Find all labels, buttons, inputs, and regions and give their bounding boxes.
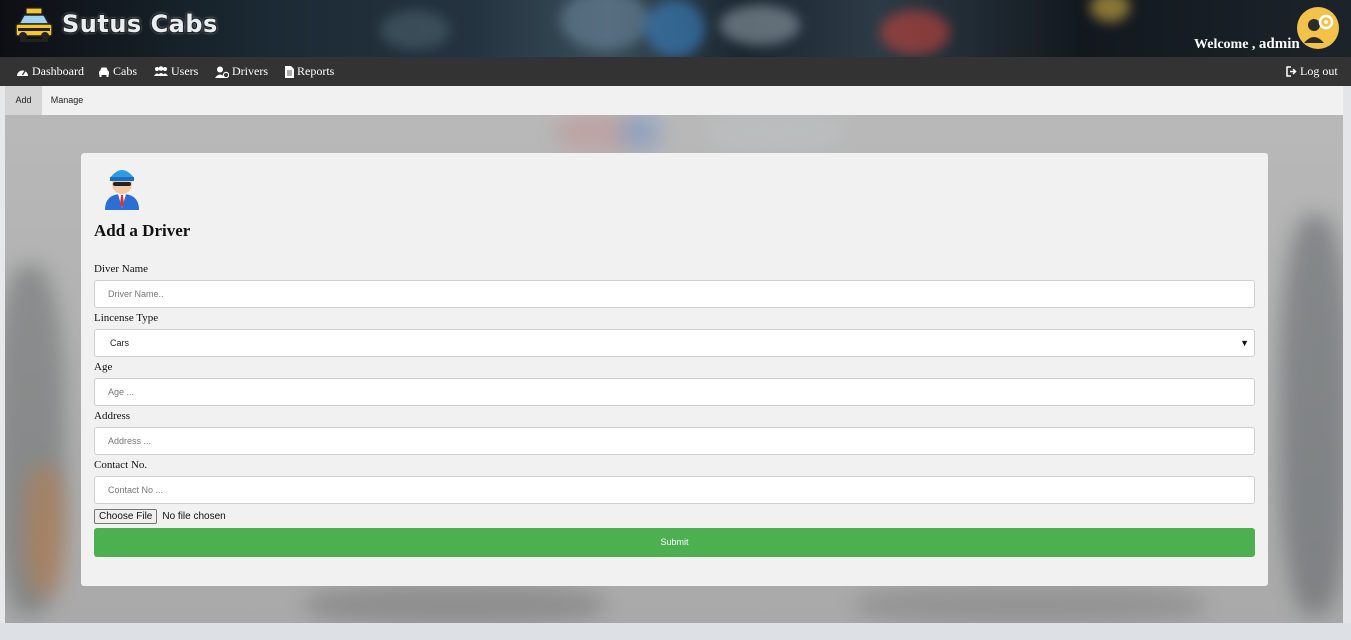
sign-out-icon — [1286, 66, 1297, 77]
nav-reports-label: Reports — [297, 64, 335, 78]
main-nav: Dashboard Cabs Users Drivers Reports Log… — [0, 57, 1351, 86]
app-header: Sutus Cabs Welcome , admin — [0, 0, 1351, 57]
contact-input[interactable]: Contact No ... — [94, 476, 1255, 504]
driver-icon — [215, 66, 229, 78]
taxi-logo-icon — [15, 7, 53, 42]
add-driver-card: Add a Driver Diver Name Driver Name.. Li… — [81, 153, 1268, 586]
license-type-select[interactable]: Cars ▼ — [94, 329, 1255, 357]
age-label: Age — [94, 361, 113, 373]
submit-button[interactable]: Submit — [94, 528, 1255, 557]
nav-drivers[interactable]: Drivers — [215, 57, 268, 86]
admin-avatar[interactable] — [1297, 7, 1339, 49]
nav-dashboard[interactable]: Dashboard — [16, 57, 84, 86]
age-input[interactable]: Age ... — [94, 378, 1255, 406]
tab-manage[interactable]: Manage — [42, 86, 92, 115]
dropdown-arrow-icon: ▼ — [1240, 338, 1249, 348]
file-status: No file chosen — [162, 511, 226, 522]
document-icon — [285, 65, 294, 78]
logout-label: Log out — [1300, 64, 1338, 78]
welcome-prefix: Welcome , — [1194, 37, 1256, 52]
contact-label: Contact No. — [94, 459, 148, 471]
welcome-message: Welcome , admin — [1194, 36, 1300, 53]
nav-users[interactable]: Users — [154, 57, 198, 86]
address-label: Address — [94, 410, 131, 422]
sub-tabs: Add Manage — [5, 86, 1343, 115]
nav-dashboard-label: Dashboard — [32, 64, 84, 78]
nav-cabs-label: Cabs — [113, 64, 137, 78]
form-title: Add a Driver — [94, 221, 191, 240]
file-upload: Choose File No file chosen — [94, 509, 226, 524]
driver-name-input[interactable]: Driver Name.. — [94, 280, 1255, 308]
address-input[interactable]: Address ... — [94, 427, 1255, 455]
nav-cabs[interactable]: Cabs — [98, 57, 137, 86]
driver-avatar-icon — [105, 170, 139, 210]
logout-link[interactable]: Log out — [1286, 57, 1338, 86]
nav-users-label: Users — [171, 64, 199, 78]
dashboard-icon — [17, 70, 28, 76]
brand-name: Sutus Cabs — [62, 10, 218, 38]
choose-file-button[interactable]: Choose File — [94, 509, 158, 524]
tab-add[interactable]: Add — [5, 86, 42, 115]
page-edge-right — [1343, 86, 1351, 623]
license-type-value: Cars — [110, 338, 130, 348]
nav-drivers-label: Drivers — [232, 64, 268, 78]
users-icon — [154, 66, 168, 76]
username[interactable]: admin — [1259, 36, 1300, 52]
page-footer — [0, 623, 1351, 640]
nav-reports[interactable]: Reports — [285, 57, 334, 86]
license-type-label: Lincense Type — [94, 312, 159, 324]
admin-settings-icon — [1304, 14, 1334, 43]
car-icon — [99, 67, 109, 77]
driver-name-label: Diver Name — [94, 263, 149, 275]
